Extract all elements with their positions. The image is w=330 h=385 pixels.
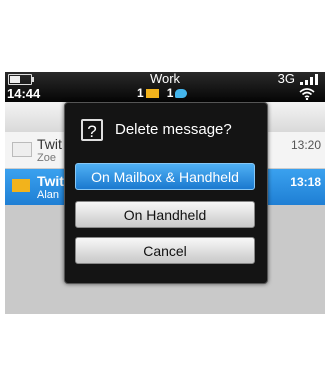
- dialog-title: Delete message?: [115, 121, 232, 138]
- envelope-count: 1: [137, 86, 144, 100]
- delete-mailbox-handheld-button[interactable]: On Mailbox & Handheld: [75, 163, 255, 190]
- message-time: 13:18: [290, 175, 321, 189]
- message-sender: Twit: [37, 173, 64, 189]
- message-preview: Zoe: [37, 152, 56, 164]
- delete-dialog: ? Delete message? On Mailbox & Handheld …: [64, 102, 268, 284]
- wifi-icon: [299, 88, 315, 100]
- question-icon: ?: [81, 119, 103, 141]
- cancel-button[interactable]: Cancel: [75, 237, 255, 264]
- message-sender: Twit: [37, 136, 62, 152]
- notification-indicators: 1 1: [137, 86, 188, 100]
- status-time: 14:44: [7, 86, 41, 101]
- envelope-open-icon: [12, 142, 32, 157]
- message-time: 13:20: [290, 138, 321, 152]
- envelope-unread-icon: [12, 179, 30, 192]
- network-type: 3G: [277, 72, 295, 86]
- status-bar: Work 14:44 1 1 3G: [5, 72, 325, 102]
- twitter-icon: [175, 88, 188, 98]
- delete-handheld-button[interactable]: On Handheld: [75, 201, 255, 228]
- envelope-icon: [145, 88, 159, 98]
- signal-strength-icon: [300, 73, 322, 85]
- message-preview: Alan: [37, 189, 60, 201]
- twitter-count: 1: [166, 86, 174, 100]
